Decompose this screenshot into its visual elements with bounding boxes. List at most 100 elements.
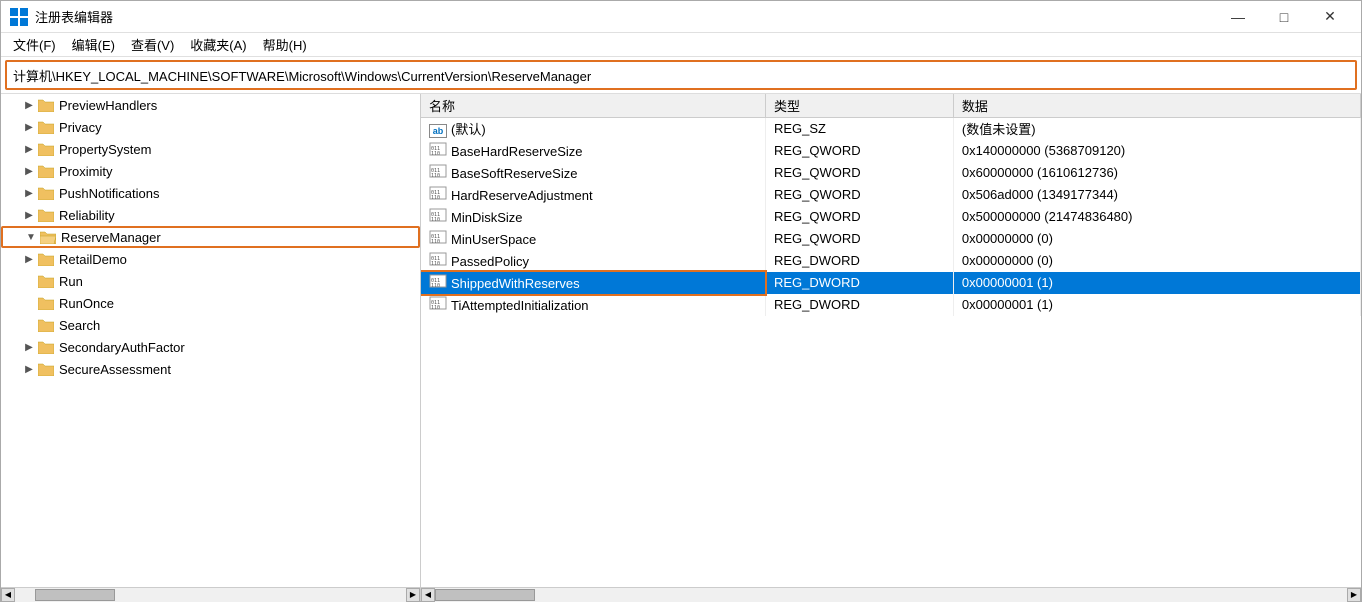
tree-item-proximity[interactable]: ▶ Proximity	[1, 160, 420, 182]
tree-item-reliability[interactable]: ▶ Reliability	[1, 204, 420, 226]
expand-icon: ▶	[21, 254, 37, 265]
reg-data-cell: 0x60000000 (1610612736)	[953, 162, 1360, 184]
scroll-right-arrow[interactable]: ▶	[406, 588, 420, 602]
reg-data-cell: 0x00000001 (1)	[953, 272, 1360, 294]
expand-icon: ▶	[21, 122, 37, 133]
reg-name: (默认)	[451, 122, 486, 137]
svg-text:110: 110	[431, 283, 440, 288]
minimize-button[interactable]: —	[1215, 1, 1261, 33]
reg-name-cell: 011 110 MinUserSpace	[421, 228, 765, 250]
reg-name-cell: ab (默认)	[421, 118, 765, 140]
table-row[interactable]: 011 110 PassedPolicyREG_DWORD0x00000000 …	[421, 250, 1361, 272]
table-row[interactable]: 011 110 MinDiskSize REG_QWORD0x500000000 …	[421, 206, 1361, 228]
tree-item-secureassessment[interactable]: ▶ SecureAssessment	[1, 358, 420, 380]
table-row[interactable]: 011 110 BaseHardReserveSizeREG_QWORD0x14…	[421, 140, 1361, 162]
menu-view[interactable]: 查看(V)	[123, 33, 182, 56]
folder-icon	[37, 207, 55, 223]
folder-icon	[37, 119, 55, 135]
values-scrollbar[interactable]: ◀ ▶	[421, 588, 1361, 601]
menu-edit[interactable]: 编辑(E)	[64, 33, 123, 56]
address-text: 计算机\HKEY_LOCAL_MACHINE\SOFTWARE\Microsof…	[13, 66, 591, 85]
menu-file[interactable]: 文件(F)	[5, 33, 64, 56]
tree-item-privacy[interactable]: ▶ Privacy	[1, 116, 420, 138]
scroll-track-left[interactable]	[15, 588, 406, 602]
scroll-left-arrow2[interactable]: ◀	[421, 588, 435, 602]
tree-item-previewhandlers[interactable]: ▶ PreviewHandlers	[1, 94, 420, 116]
bin-icon: 011 110	[429, 252, 447, 266]
tree-scrollbar[interactable]: ◀ ▶	[1, 588, 421, 601]
reg-data-cell: (数值未设置)	[953, 118, 1360, 140]
bin-icon: 011 110	[429, 208, 447, 222]
reg-name-cell: 011 110 BaseHardReserveSize	[421, 140, 765, 162]
table-row[interactable]: 011 110 MinUserSpaceREG_QWORD0x00000000 …	[421, 228, 1361, 250]
bin-icon: 011 110	[429, 164, 447, 178]
expand-icon: ▶	[21, 342, 37, 353]
bin-icon: 011 110	[429, 296, 447, 310]
tree-item-pushnotifications[interactable]: ▶ PushNotifications	[1, 182, 420, 204]
svg-text:110: 110	[431, 261, 440, 266]
scroll-thumb-left[interactable]	[35, 589, 115, 601]
tree-item-search[interactable]: ▶ Search	[1, 314, 420, 336]
folder-open-icon	[39, 229, 57, 245]
table-row[interactable]: 011 110 HardReserveAdjustmentREG_QWORD0x…	[421, 184, 1361, 206]
menu-help[interactable]: 帮助(H)	[255, 33, 315, 56]
reg-data-cell: 0x140000000 (5368709120)	[953, 140, 1360, 162]
reg-data-cell: 0x00000000 (0)	[953, 228, 1360, 250]
address-bar[interactable]: 计算机\HKEY_LOCAL_MACHINE\SOFTWARE\Microsof…	[5, 60, 1357, 90]
expand-icon: ▶	[21, 364, 37, 375]
tree-label: SecondaryAuthFactor	[59, 340, 185, 355]
tree-label: RunOnce	[59, 296, 114, 311]
reg-name: HardReserveAdjustment	[451, 188, 593, 203]
table-row[interactable]: 011 110 ShippedWithReservesREG_DWORD0x00…	[421, 272, 1361, 294]
tree-label: RetailDemo	[59, 252, 127, 267]
tree-item-retaildemo[interactable]: ▶ RetailDemo	[1, 248, 420, 270]
menu-bar: 文件(F) 编辑(E) 查看(V) 收藏夹(A) 帮助(H)	[1, 33, 1361, 57]
tree-item-reservemanager[interactable]: ▼ ReserveManager	[1, 226, 420, 248]
scroll-thumb-right[interactable]	[435, 589, 535, 601]
tree-item-secondaryauthfactor[interactable]: ▶ SecondaryAuthFactor	[1, 336, 420, 358]
registry-values-panel[interactable]: 名称 类型 数据 ab(默认)REG_SZ(数值未设置) 011 110 Bas…	[421, 94, 1361, 587]
reg-name: MinDiskSize	[451, 210, 523, 225]
tree-item-runonce[interactable]: ▶ RunOnce	[1, 292, 420, 314]
maximize-button[interactable]: □	[1261, 1, 1307, 33]
close-button[interactable]: ✕	[1307, 1, 1353, 33]
menu-favorites[interactable]: 收藏夹(A)	[182, 33, 254, 56]
reg-type-cell: REG_QWORD	[765, 206, 953, 228]
folder-icon	[37, 97, 55, 113]
expand-icon: ▶	[21, 210, 37, 221]
svg-text:110: 110	[431, 305, 440, 310]
reg-type-cell: REG_DWORD	[765, 272, 953, 294]
folder-icon	[37, 295, 55, 311]
scroll-track-right[interactable]	[435, 588, 1347, 602]
tree-label: PushNotifications	[59, 186, 159, 201]
reg-data-cell: 0x500000000 (21474836480)	[953, 206, 1360, 228]
reg-name: PassedPolicy	[451, 254, 529, 269]
reg-name: MinUserSpace	[451, 232, 536, 247]
tree-label: Reliability	[59, 208, 115, 223]
tree-label: Privacy	[59, 120, 102, 135]
reg-name-cell: 011 110 PassedPolicy	[421, 250, 765, 272]
app-icon	[9, 7, 29, 27]
expand-icon: ▼	[23, 232, 39, 243]
ab-icon: ab	[429, 124, 447, 138]
scroll-right-arrow2[interactable]: ▶	[1347, 588, 1361, 602]
registry-table: 名称 类型 数据 ab(默认)REG_SZ(数值未设置) 011 110 Bas…	[421, 94, 1361, 316]
scroll-left-arrow[interactable]: ◀	[1, 588, 15, 602]
reg-type-cell: REG_DWORD	[765, 294, 953, 316]
reg-type-cell: REG_DWORD	[765, 250, 953, 272]
reg-name: ShippedWithReserves	[451, 276, 580, 291]
tree-item-run[interactable]: ▶ Run	[1, 270, 420, 292]
reg-name-cell: 011 110 HardReserveAdjustment	[421, 184, 765, 206]
registry-tree[interactable]: ▶ PreviewHandlers ▶ Privacy ▶	[1, 94, 421, 587]
tree-item-propertysystem[interactable]: ▶ PropertySystem	[1, 138, 420, 160]
window-title: 注册表编辑器	[35, 7, 1215, 26]
table-row[interactable]: 011 110 TiAttemptedInitialization REG_DWO…	[421, 294, 1361, 316]
svg-text:110: 110	[431, 195, 440, 200]
expand-icon: ▶	[21, 144, 37, 155]
folder-icon	[37, 317, 55, 333]
folder-icon	[37, 185, 55, 201]
bin-icon: 011 110	[429, 186, 447, 200]
table-row[interactable]: 011 110 BaseSoftReserveSizeREG_QWORD0x60…	[421, 162, 1361, 184]
reg-name: TiAttemptedInitialization	[451, 298, 589, 313]
table-row[interactable]: ab(默认)REG_SZ(数值未设置)	[421, 118, 1361, 140]
